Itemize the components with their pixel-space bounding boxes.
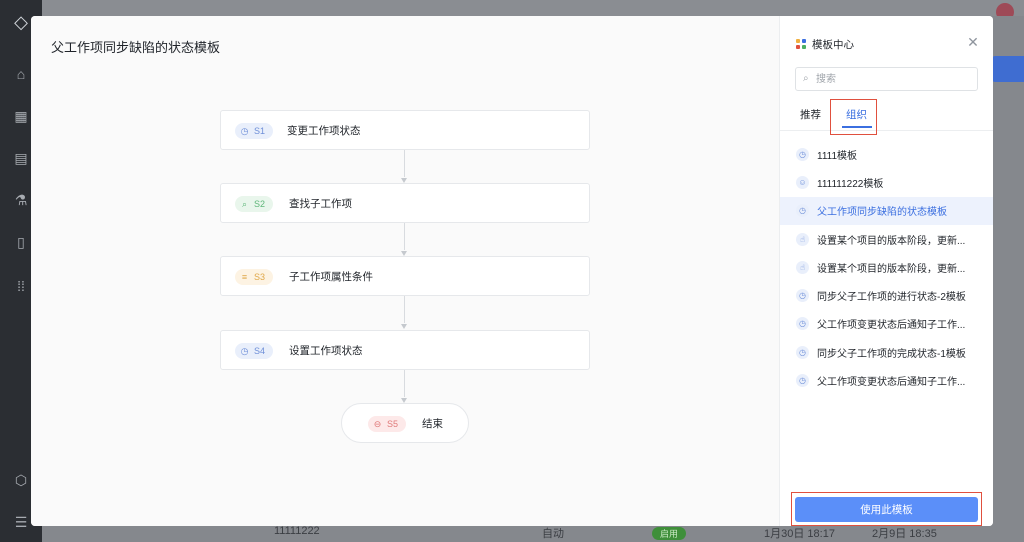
table-row: 11111222 自动 启用 1月30日 18:17 2月9日 18:35 — [226, 525, 986, 542]
step-chip: ⌕ S2 — [235, 196, 274, 212]
list-item[interactable]: ◷ 父工作项变更状态后通知子工作... — [780, 310, 993, 338]
step-label: 设置工作项状态 — [289, 345, 363, 357]
step-chip: ⊖ S5 — [368, 416, 407, 432]
step-chip: ◷ S4 — [235, 343, 274, 359]
template-center-panel: 模板中心 ✕ ⌕ 推荐 组织 ◷ 1111模板 ☺ 111111222模板 ◷ … — [779, 16, 993, 526]
clock-icon: ◷ — [796, 374, 809, 388]
list-item[interactable]: ◷ 父工作项同步缺陷的状态模板 — [780, 196, 993, 225]
connector — [404, 370, 405, 397]
template-label: 同步父子工作项的完成状态-1模板 — [817, 348, 966, 360]
tab-recommended[interactable]: 推荐 — [800, 107, 821, 122]
template-label: 父工作项变更状态后通知子工作... — [817, 377, 966, 389]
step-id: S4 — [254, 346, 266, 356]
close-icon[interactable]: ✕ — [966, 35, 980, 49]
template-label: 同步父子工作项的进行状态-2模板 — [817, 292, 966, 304]
app-logo-icon: ◇ — [14, 12, 28, 32]
user-icon: ☺ — [796, 175, 809, 189]
row-updated: 2月9日 18:35 — [872, 528, 937, 540]
collapse-icon: ☰ — [14, 514, 28, 530]
clock-icon: ◷ — [796, 317, 809, 331]
cube-icon: ⬡ — [14, 472, 28, 488]
template-label: 父工作项变更状态后通知子工作... — [817, 320, 966, 332]
step-id: S3 — [254, 272, 266, 282]
step-chip: ≡ S3 — [235, 269, 274, 285]
step-id: S5 — [387, 419, 399, 429]
list-item[interactable]: ◷ 同步父子工作项的完成状态-1模板 — [780, 338, 993, 366]
apps-icon: ▦ — [14, 108, 28, 124]
stop-icon: ⊖ — [373, 418, 382, 429]
clock-icon: ◷ — [240, 125, 249, 136]
template-modal: 父工作项同步缺陷的状态模板 ◷ S1 变更工作项状态 ⌕ S2 查找子工作项 ≡… — [31, 16, 993, 526]
row-created: 1月30日 18:17 — [764, 528, 835, 540]
clock-icon: ◷ — [796, 204, 809, 218]
step-id: S1 — [254, 126, 266, 136]
home-icon: ⌂ — [16, 66, 26, 82]
filter-icon: ≡ — [241, 271, 248, 282]
flow-preview: 父工作项同步缺陷的状态模板 ◷ S1 变更工作项状态 ⌕ S2 查找子工作项 ≡… — [31, 16, 779, 526]
step-label: 查找子工作项 — [289, 198, 352, 210]
step-id: S2 — [254, 199, 266, 209]
modal-title: 父工作项同步缺陷的状态模板 — [51, 40, 221, 55]
app-topbar — [42, 0, 1024, 21]
template-list: ◷ 1111模板 ☺ 111111222模板 ◷ 父工作项同步缺陷的状态模板 ☝… — [780, 140, 993, 395]
folder-icon: ▤ — [14, 150, 28, 166]
highlight-box — [830, 99, 877, 135]
template-label: 父工作项同步缺陷的状态模板 — [817, 207, 947, 219]
template-label: 设置某个项目的版本阶段，更新... — [817, 263, 966, 275]
connector — [404, 296, 405, 323]
clock-icon: ◷ — [240, 345, 249, 356]
book-icon: ▯ — [17, 234, 25, 250]
list-item[interactable]: ◷ 同步父子工作项的进行状态-2模板 — [780, 281, 993, 309]
template-tabs: 推荐 组织 — [780, 100, 993, 131]
step-label: 结束 — [422, 418, 443, 430]
hand-icon: ☝ — [796, 232, 809, 246]
step-label: 变更工作项状态 — [287, 125, 361, 137]
flow-node-s2[interactable]: ⌕ S2 查找子工作项 — [220, 183, 590, 223]
arrow-down-icon — [401, 324, 407, 329]
list-item[interactable]: ☺ 111111222模板 — [780, 168, 993, 196]
flow-node-s5[interactable]: ⊖ S5 结束 — [341, 403, 469, 443]
clock-icon: ◷ — [796, 289, 809, 303]
flask-icon: ⚗ — [14, 192, 28, 208]
template-center-icon — [796, 39, 806, 49]
row-trigger: 自动 — [542, 528, 564, 540]
flow-node-s3[interactable]: ≡ S3 子工作项属性条件 — [220, 256, 590, 296]
step-chip: ◷ S1 — [235, 123, 274, 139]
search-field: ⌕ — [795, 67, 978, 91]
step-label: 子工作项属性条件 — [289, 271, 373, 283]
search-icon: ⌕ — [803, 73, 809, 84]
panel-title: 模板中心 — [812, 39, 854, 51]
clock-icon: ◷ — [796, 345, 809, 359]
bg-primary-button — [992, 56, 1024, 82]
list-item[interactable]: ◷ 1111模板 — [780, 140, 993, 168]
list-item[interactable]: ☝ 设置某个项目的版本阶段，更新... — [780, 225, 993, 253]
clock-icon: ◷ — [796, 147, 809, 161]
status-badge: 启用 — [652, 527, 687, 540]
search-icon: ⌕ — [241, 198, 248, 209]
template-label: 111111222模板 — [817, 178, 884, 190]
list-item[interactable]: ☝ 设置某个项目的版本阶段，更新... — [780, 253, 993, 281]
list-item[interactable]: ◷ 父工作项变更状态后通知子工作... — [780, 366, 993, 394]
row-name: 11111222 — [274, 525, 320, 537]
hand-icon: ☝ — [796, 260, 809, 274]
highlight-box — [791, 492, 982, 526]
connector — [404, 150, 405, 177]
search-input[interactable] — [816, 71, 971, 87]
grid-icon: ⁞⁞ — [17, 278, 25, 294]
flow-node-s1[interactable]: ◷ S1 变更工作项状态 — [220, 110, 590, 150]
template-label: 1111模板 — [817, 150, 858, 162]
template-label: 设置某个项目的版本阶段，更新... — [817, 235, 966, 247]
flow-node-s4[interactable]: ◷ S4 设置工作项状态 — [220, 330, 590, 370]
connector — [404, 223, 405, 250]
